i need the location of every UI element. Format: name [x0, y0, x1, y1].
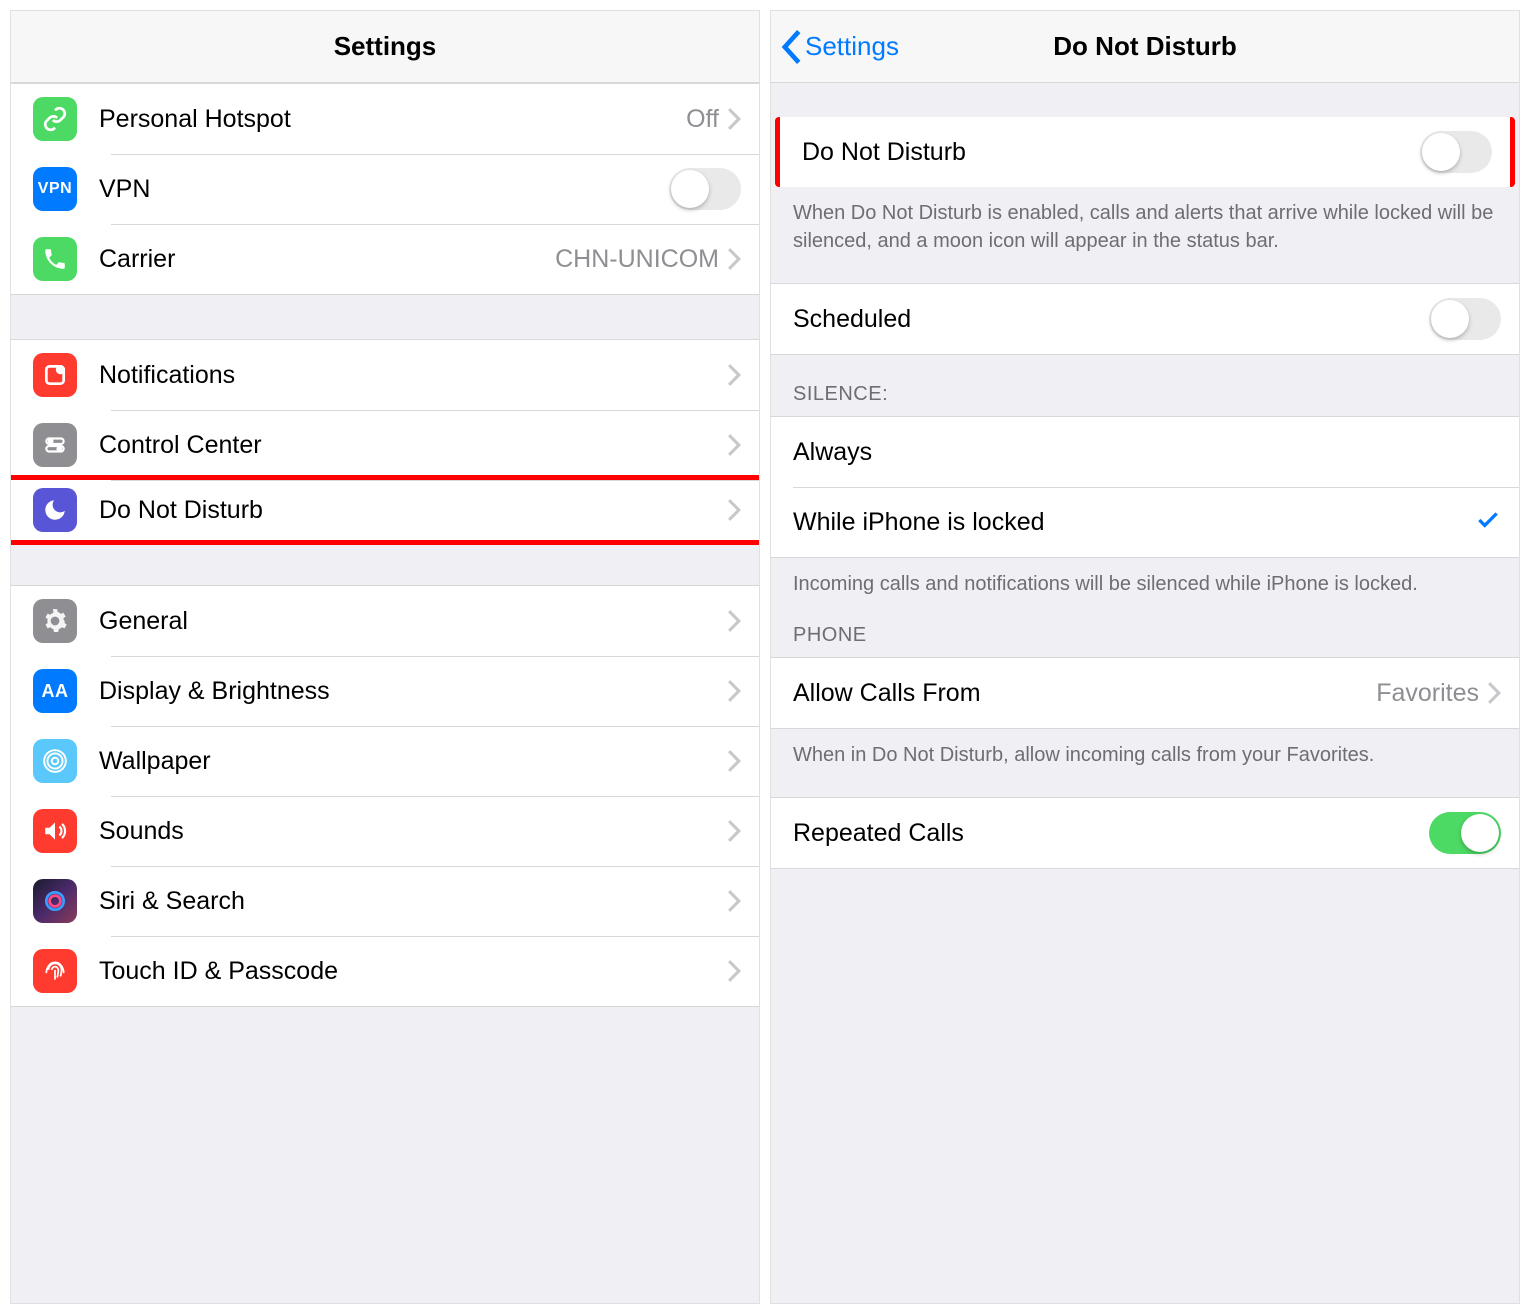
- row-silence-always[interactable]: Always: [771, 417, 1519, 487]
- nav-bar: Settings Do Not Disturb: [771, 11, 1519, 83]
- row-label: General: [99, 607, 727, 636]
- row-value: CHN-UNICOM: [555, 245, 719, 274]
- dnd-footer: When Do Not Disturb is enabled, calls an…: [771, 187, 1519, 283]
- row-allow-calls[interactable]: Allow Calls From Favorites: [771, 658, 1519, 728]
- scheduled-toggle[interactable]: [1429, 298, 1501, 340]
- chevron-right-icon: [727, 434, 741, 456]
- repeated-calls-toggle[interactable]: [1429, 812, 1501, 854]
- row-label: Carrier: [99, 245, 555, 274]
- row-label: Personal Hotspot: [99, 105, 686, 134]
- repeated-calls-group: Repeated Calls: [771, 797, 1519, 869]
- row-label: Control Center: [99, 431, 727, 460]
- vpn-icon: VPN: [33, 167, 77, 211]
- row-label: Always: [793, 438, 1501, 467]
- row-label: While iPhone is locked: [793, 508, 1475, 537]
- chevron-right-icon: [1487, 682, 1501, 704]
- chevron-right-icon: [727, 610, 741, 632]
- settings-list[interactable]: Personal Hotspot Off VPN VPN Carrier CHN…: [11, 83, 759, 1303]
- phone-icon: [33, 237, 77, 281]
- row-control-center[interactable]: Control Center: [11, 410, 759, 480]
- section-gap: [11, 541, 759, 585]
- row-display-brightness[interactable]: AA Display & Brightness: [11, 656, 759, 726]
- row-label: Allow Calls From: [793, 679, 1376, 708]
- row-siri-search[interactable]: Siri & Search: [11, 866, 759, 936]
- chevron-right-icon: [727, 499, 741, 521]
- settings-pane: Settings Personal Hotspot Off VPN VPN: [10, 10, 760, 1304]
- nav-bar: Settings: [11, 11, 759, 83]
- fingerprint-icon: [33, 949, 77, 993]
- check-icon: [1475, 507, 1501, 538]
- allow-calls-footer: When in Do Not Disturb, allow incoming c…: [771, 729, 1519, 797]
- chevron-right-icon: [727, 820, 741, 842]
- nav-title: Settings: [334, 31, 437, 62]
- chevron-right-icon: [727, 248, 741, 270]
- row-dnd-toggle[interactable]: Do Not Disturb: [780, 117, 1510, 187]
- vpn-toggle[interactable]: [669, 168, 741, 210]
- row-wallpaper[interactable]: Wallpaper: [11, 726, 759, 796]
- dnd-pane: Settings Do Not Disturb Do Not Disturb W…: [770, 10, 1520, 1304]
- chevron-right-icon: [727, 364, 741, 386]
- chevron-right-icon: [727, 680, 741, 702]
- settings-group-network: Personal Hotspot Off VPN VPN Carrier CHN…: [11, 83, 759, 295]
- row-notifications[interactable]: Notifications: [11, 340, 759, 410]
- row-label: VPN: [99, 175, 669, 204]
- sounds-icon: [33, 809, 77, 853]
- gear-icon: [33, 599, 77, 643]
- silence-footer: Incoming calls and notifications will be…: [771, 558, 1519, 608]
- back-label: Settings: [805, 31, 899, 62]
- row-label: Scheduled: [793, 305, 1429, 334]
- row-label: Repeated Calls: [793, 819, 1429, 848]
- row-repeated-calls[interactable]: Repeated Calls: [771, 798, 1519, 868]
- row-label: Sounds: [99, 817, 727, 846]
- silence-group: Always While iPhone is locked: [771, 416, 1519, 558]
- dnd-toggle[interactable]: [1420, 131, 1492, 173]
- chevron-right-icon: [727, 890, 741, 912]
- siri-icon: [33, 879, 77, 923]
- scheduled-group: Scheduled: [771, 283, 1519, 355]
- moon-icon: [33, 488, 77, 532]
- row-label: Touch ID & Passcode: [99, 957, 727, 986]
- wallpaper-icon: [33, 739, 77, 783]
- chevron-right-icon: [727, 960, 741, 982]
- dnd-toggle-group: Do Not Disturb: [775, 117, 1515, 187]
- settings-group-general: General AA Display & Brightness Wallpape…: [11, 585, 759, 1007]
- chevron-right-icon: [727, 108, 741, 130]
- notifications-icon: [33, 353, 77, 397]
- row-vpn[interactable]: VPN VPN: [11, 154, 759, 224]
- section-gap: [11, 295, 759, 339]
- row-value: Favorites: [1376, 679, 1479, 708]
- row-touch-id[interactable]: Touch ID & Passcode: [11, 936, 759, 1006]
- phone-header: PHONE: [771, 608, 1519, 657]
- dnd-content[interactable]: Do Not Disturb When Do Not Disturb is en…: [771, 83, 1519, 1303]
- display-icon: AA: [33, 669, 77, 713]
- row-label: Wallpaper: [99, 747, 727, 776]
- control-center-icon: [33, 423, 77, 467]
- allow-calls-group: Allow Calls From Favorites: [771, 657, 1519, 729]
- row-personal-hotspot[interactable]: Personal Hotspot Off: [11, 84, 759, 154]
- chevron-right-icon: [727, 750, 741, 772]
- row-label: Siri & Search: [99, 887, 727, 916]
- link-icon: [33, 97, 77, 141]
- settings-group-alerts: Notifications Control Center Do Not Dist…: [11, 339, 759, 541]
- row-do-not-disturb[interactable]: Do Not Disturb: [11, 475, 759, 545]
- row-label: Do Not Disturb: [99, 496, 727, 525]
- row-label: Do Not Disturb: [802, 138, 1420, 167]
- nav-title: Do Not Disturb: [1053, 31, 1236, 62]
- row-sounds[interactable]: Sounds: [11, 796, 759, 866]
- row-carrier[interactable]: Carrier CHN-UNICOM: [11, 224, 759, 294]
- row-label: Notifications: [99, 361, 727, 390]
- row-silence-locked[interactable]: While iPhone is locked: [771, 487, 1519, 557]
- row-scheduled[interactable]: Scheduled: [771, 284, 1519, 354]
- section-gap: [771, 83, 1519, 117]
- row-value: Off: [686, 105, 719, 134]
- row-label: Display & Brightness: [99, 677, 727, 706]
- back-button[interactable]: Settings: [781, 30, 899, 64]
- silence-header: SILENCE:: [771, 355, 1519, 416]
- row-general[interactable]: General: [11, 586, 759, 656]
